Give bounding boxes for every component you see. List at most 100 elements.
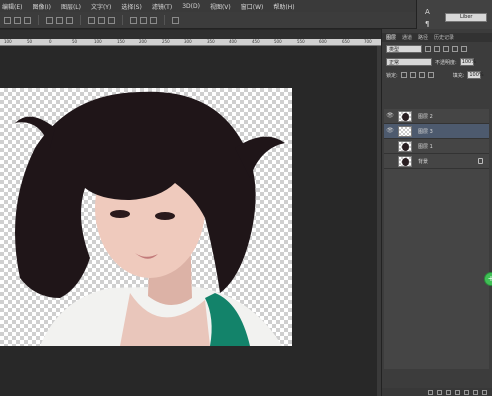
layer-row-background[interactable]: 背景 [384,154,489,169]
ruler-tick: 300 [184,39,192,44]
menu-layer[interactable]: 图层(L) [61,2,81,11]
ruler-tick: 50 [27,39,33,44]
ruler-tick: 100 [4,39,12,44]
layer-thumbnail [398,140,412,152]
filter-adjust-icon[interactable] [434,46,440,52]
ruler-tick: 600 [319,39,327,44]
layers-panel-footer [382,388,492,396]
link-layers-icon[interactable] [428,389,433,395]
layer-row-layer-3[interactable]: 👁 图层 3 [384,124,489,139]
ruler-tick: 50 [72,39,78,44]
blend-mode-select[interactable]: 正常 [386,58,432,66]
trash-icon[interactable] [482,389,487,395]
separator [38,15,39,25]
type-a-icon[interactable]: A [425,8,437,16]
layer-thumbnail [398,110,412,122]
lock-transparent-icon[interactable] [400,72,407,78]
character-mini-panel: A ¶ Liber [416,0,492,29]
ruler-tick: 700 [364,39,372,44]
filter-type-icon[interactable] [443,46,449,52]
visibility-toggle[interactable] [386,157,394,165]
blend-row: 正常 不透明度: 100% [386,57,476,67]
tab-layers[interactable]: 图层 [386,34,396,41]
ruler-tick: 550 [297,39,305,44]
layer-name[interactable]: 背景 [418,158,428,165]
align-center-icon[interactable] [56,16,63,24]
tab-history[interactable]: 历史记录 [434,34,454,41]
distribute-top-icon[interactable] [88,16,95,24]
align-right-icon[interactable] [66,16,73,24]
menu-image[interactable]: 图像(I) [32,2,50,11]
menu-edit[interactable]: 编辑(E) [2,2,22,11]
visibility-eye-icon[interactable]: 👁 [386,127,394,135]
layer-filter-select[interactable]: 类型 [386,45,422,53]
layer-row-layer-2[interactable]: 👁 图层 2 [384,109,489,124]
tab-channels[interactable]: 通道 [402,34,412,41]
options-bar [0,12,416,29]
menu-select[interactable]: 选择(S) [121,2,142,11]
distribute-bottom-icon[interactable] [108,16,115,24]
menu-window[interactable]: 窗口(W) [241,2,264,11]
align-middle-icon[interactable] [14,16,21,24]
ruler-tick: 150 [117,39,125,44]
menu-filter[interactable]: 滤镜(T) [152,2,172,11]
ruler-tick: 200 [139,39,147,44]
distribute-center-icon[interactable] [140,16,147,24]
ruler-tick: 500 [274,39,282,44]
layer-name[interactable]: 图层 3 [418,128,433,135]
visibility-toggle[interactable] [386,142,394,150]
new-layer-icon[interactable] [473,389,478,395]
separator [80,15,81,25]
distribute-middle-icon[interactable] [98,16,105,24]
layer-filter-row: 类型 [386,44,467,54]
lock-paint-icon[interactable] [409,72,416,78]
filter-pixel-icon[interactable] [425,46,431,52]
align-left-icon[interactable] [46,16,53,24]
new-group-icon[interactable] [464,389,469,395]
font-family-select[interactable]: Liber [445,13,487,22]
visibility-eye-icon[interactable]: 👁 [386,112,394,120]
ruler-tick: 0 [49,39,52,44]
adjustment-layer-icon[interactable] [455,389,460,395]
align-bottom-icon[interactable] [24,16,31,24]
portrait-image [15,91,285,346]
floating-badge-icon[interactable]: + [484,272,492,286]
lock-row: 锁定: 填充: 100% [386,70,484,80]
lock-move-icon[interactable] [418,72,425,78]
layer-style-icon[interactable] [437,389,442,395]
menu-view[interactable]: 视图(V) [210,2,231,11]
ruler-tick: 400 [229,39,237,44]
ruler-tick: 650 [342,39,350,44]
fill-input[interactable]: 100% [467,71,484,79]
menu-help[interactable]: 帮助(H) [273,2,294,11]
lock-label: 锁定: [386,72,398,79]
layer-thumbnail [398,125,412,137]
menu-type[interactable]: 文字(Y) [91,2,111,11]
document-tab-bar [0,30,381,39]
layer-name[interactable]: 图层 1 [418,143,433,150]
layer-list: 👁 图层 2 👁 图层 3 图层 1 背景 [384,109,489,369]
align-top-icon[interactable] [4,16,11,24]
menu-3d[interactable]: 3D(D) [182,3,200,10]
horizontal-ruler: 100 50 0 50 100 150 200 250 300 350 400 … [0,39,381,46]
fill-label: 填充: [452,72,465,79]
lock-icon [478,158,483,164]
layers-panel-dock: 图层 通道 路径 历史记录 类型 正常 不透明度: 100% 锁定: 填充: 1… [381,29,492,396]
lock-all-icon[interactable] [427,72,434,78]
add-mask-icon[interactable] [446,389,451,395]
tab-paths[interactable]: 路径 [418,34,428,41]
distribute-left-icon[interactable] [130,16,137,24]
ruler-tick: 100 [94,39,102,44]
layer-row-layer-1[interactable]: 图层 1 [384,139,489,154]
mini-tool-column: A ¶ [425,8,437,30]
opacity-input[interactable]: 100% [459,58,476,66]
auto-align-icon[interactable] [172,16,179,24]
paragraph-icon[interactable]: ¶ [425,20,437,28]
layer-name[interactable]: 图层 2 [418,113,433,120]
distribute-right-icon[interactable] [150,16,157,24]
separator [164,15,165,25]
opacity-label: 不透明度: [435,59,457,66]
filter-smart-icon[interactable] [461,46,467,52]
document-canvas[interactable] [0,88,292,346]
filter-shape-icon[interactable] [452,46,458,52]
